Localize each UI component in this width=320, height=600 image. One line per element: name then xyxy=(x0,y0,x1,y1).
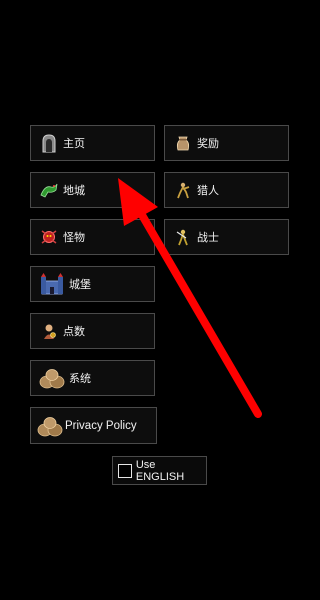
system-button[interactable]: 系统 xyxy=(30,360,155,396)
privacy-policy-button[interactable]: Privacy Policy xyxy=(30,407,157,444)
use-english-checkbox[interactable] xyxy=(118,463,132,478)
dungeon-label: 地城 xyxy=(63,185,85,197)
hunter-figure-icon xyxy=(173,180,193,200)
warrior-figure-icon xyxy=(173,227,193,247)
rewards-label: 奖励 xyxy=(197,138,219,150)
hunter-label: 猎人 xyxy=(197,185,219,197)
use-english-label: Use ENGLISH xyxy=(135,458,185,483)
castle-label: 城堡 xyxy=(69,279,91,291)
red-monster-icon xyxy=(39,227,59,247)
home-label: 主页 xyxy=(63,138,85,150)
sacks-icon xyxy=(37,416,63,436)
coin-figure-icon xyxy=(39,321,59,341)
dungeon-button[interactable]: 地城 xyxy=(30,172,155,208)
points-button[interactable]: 点数 xyxy=(30,313,155,349)
warrior-label: 战士 xyxy=(197,232,219,244)
system-label: 系统 xyxy=(69,373,91,385)
use-english-toggle[interactable]: Use ENGLISH xyxy=(112,456,207,485)
treasure-sack-icon xyxy=(173,133,193,153)
home-button[interactable]: 主页 xyxy=(30,125,155,161)
sacks-icon xyxy=(39,368,65,389)
hunter-button[interactable]: 猎人 xyxy=(164,172,289,208)
monsters-label: 怪物 xyxy=(63,232,85,244)
privacy-policy-label: Privacy Policy xyxy=(65,419,137,432)
green-dragon-icon xyxy=(39,180,59,200)
castle-icon xyxy=(39,273,65,295)
stone-portal-icon xyxy=(39,133,59,153)
warrior-button[interactable]: 战士 xyxy=(164,219,289,255)
castle-button[interactable]: 城堡 xyxy=(30,266,155,302)
monsters-button[interactable]: 怪物 xyxy=(30,219,155,255)
rewards-button[interactable]: 奖励 xyxy=(164,125,289,161)
points-label: 点数 xyxy=(63,326,85,338)
